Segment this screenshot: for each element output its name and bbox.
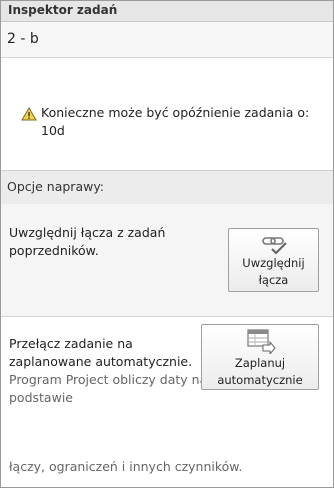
auto-schedule-label: Zaplanuj automatycznie — [202, 355, 318, 389]
task-name: 2 - b — [7, 31, 39, 47]
task-name-row: 2 - b — [1, 22, 333, 58]
option-auto-text: Przełącz zadanie na zaplanowane automaty… — [9, 335, 209, 407]
warning-section: Konieczne może być opóźnienie zadania o:… — [1, 58, 333, 170]
respect-links-label-line2: łącza — [258, 273, 289, 287]
repair-options-label: Opcje naprawy: — [7, 179, 105, 194]
option-auto-main-text: Przełącz zadanie na zaplanowane automaty… — [9, 336, 193, 369]
auto-schedule-label-line2: automatycznie — [217, 373, 303, 387]
warning-icon — [21, 107, 37, 121]
respect-links-button[interactable]: Uwzględnij łącza — [228, 228, 319, 292]
pane-title: Inspektor zadań — [8, 3, 118, 17]
respect-links-label: Uwzględnij łącza — [229, 255, 318, 289]
warning-text: Konieczne może być opóźnienie zadania o:… — [41, 105, 310, 138]
auto-schedule-button[interactable]: Zaplanuj automatycznie — [201, 324, 319, 390]
auto-schedule-icon — [247, 329, 276, 354]
auto-schedule-label-line1: Zaplanuj — [234, 356, 286, 370]
respect-links-label-line1: Uwzględnij — [242, 256, 305, 270]
option-links-text: Uwzględnij łącza z zadań poprzedników. — [9, 225, 166, 258]
option-auto-desc-tail: łączy, ograniczeń i innych czynników. — [9, 459, 243, 474]
pane-title-bar: Inspektor zadań — [1, 1, 333, 22]
task-inspector-pane: Inspektor zadań 2 - b Konieczne może być… — [0, 0, 334, 488]
link-check-icon — [262, 237, 287, 255]
repair-options-header: Opcje naprawy: — [1, 170, 333, 205]
option-auto-desc: Program Project obliczy daty na podstawi… — [9, 372, 208, 405]
